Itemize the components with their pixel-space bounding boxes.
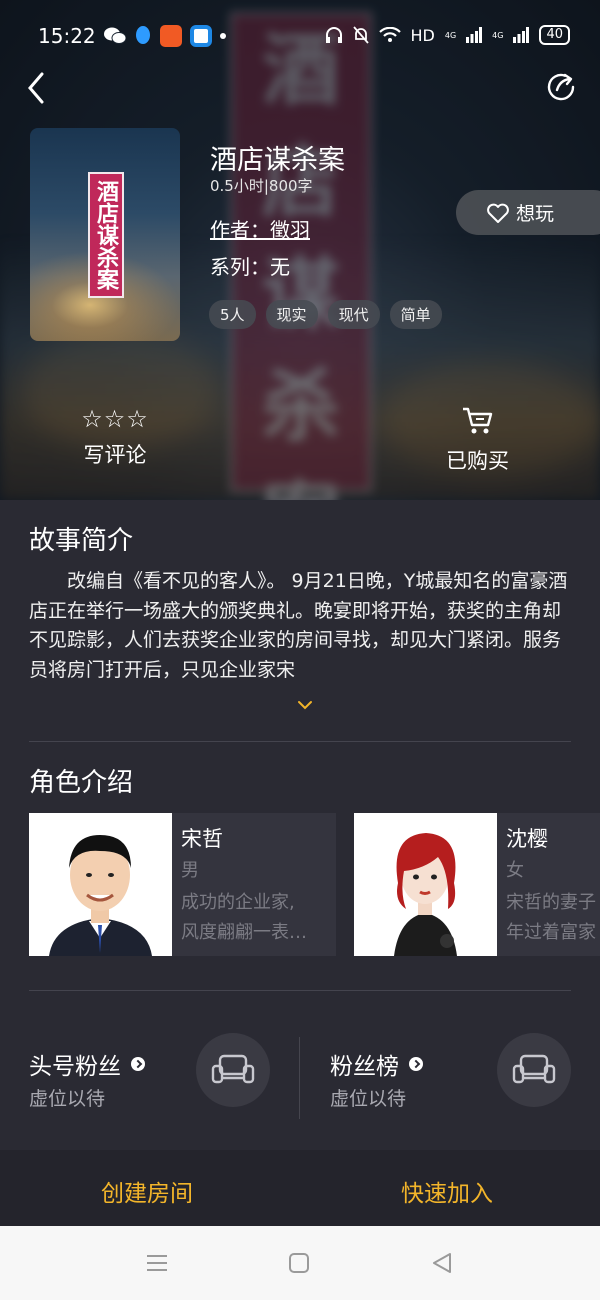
home-icon[interactable] [288, 1252, 310, 1274]
expand-synopsis-button[interactable] [296, 698, 314, 712]
wechat-icon [104, 27, 126, 44]
synopsis-text: 改编自《看不见的客人》。 9月21日晚，Y城最知名的富豪酒店正在举行一场盛大的颁… [29, 570, 568, 681]
character-gender: 男 [181, 860, 199, 881]
top-fan-label: 头号粉丝 [29, 1054, 121, 1080]
top-fan-link[interactable]: 头号粉丝 [29, 1047, 145, 1081]
fan-ranking-value: 虚位以待 [330, 1088, 407, 1110]
notification-icons [104, 25, 226, 47]
net-label-1: 4G [444, 30, 457, 40]
character-description-line: 宋哲的妻子 [506, 892, 596, 913]
vertical-divider [299, 1037, 300, 1119]
cover-title-banner: 酒店谋杀案 [88, 172, 124, 298]
purchased-label: 已购买 [446, 449, 509, 473]
want-to-play-label: 想玩 [516, 203, 555, 225]
game-cover-image: 酒店谋杀案 [30, 128, 180, 341]
tag-item: 现代 [327, 300, 380, 329]
fan-ranking-link[interactable]: 粉丝榜 [330, 1047, 423, 1081]
write-review-label: 写评论 [83, 443, 147, 467]
author-link[interactable]: 作者：徵羽 [210, 214, 310, 243]
series-label: 系列：无 [210, 255, 290, 279]
divider [29, 741, 571, 742]
character-card-songzhe[interactable]: 宋哲 男 成功的企业家, 风度翩翩一表… [29, 813, 336, 956]
top-fan-value: 虚位以待 [29, 1088, 106, 1110]
headphone-icon [325, 27, 342, 43]
character-description-line: 年过着富家 [506, 922, 596, 943]
signal-icon-1 [466, 27, 483, 43]
character-name: 沈樱 [506, 827, 548, 851]
chevron-right-icon [131, 1057, 145, 1071]
tag-item: 现实 [265, 300, 318, 329]
quick-join-button[interactable]: 快速加入 [401, 1174, 493, 1208]
mute-bell-icon [352, 26, 369, 44]
share-button[interactable] [544, 70, 578, 104]
app-icon-blue [190, 25, 212, 47]
fan-ranking-label: 粉丝榜 [330, 1054, 399, 1080]
chevron-down-icon [298, 701, 312, 710]
top-fan-seat[interactable] [196, 1033, 270, 1107]
character-description-line: 风度翩翩一表… [181, 922, 307, 943]
hd-label: HD [410, 25, 435, 45]
cart-icon [462, 407, 492, 434]
character-gender: 女 [506, 860, 524, 881]
game-title: 酒店谋杀案 [210, 145, 345, 176]
divider [29, 990, 571, 991]
back-button[interactable] [22, 70, 52, 106]
fan-ranking-seat[interactable] [497, 1033, 571, 1107]
character-avatar-songzhe [29, 813, 172, 956]
star-rating-icon: ☆☆☆ [81, 405, 149, 433]
bottom-action-bar: 创建房间 快速加入 [0, 1150, 600, 1226]
chevron-right-icon [409, 1057, 423, 1071]
menu-icon[interactable] [145, 1253, 169, 1273]
wifi-icon [378, 27, 401, 42]
status-bar: 15:22 HD 4G 4G 40 [0, 0, 600, 72]
tag-item: 简单 [389, 300, 442, 329]
purchased-button[interactable]: 已购买 [430, 405, 525, 475]
character-description: 成功的企业家, 风度翩翩一表… [181, 888, 323, 948]
heart-icon [487, 203, 509, 223]
net-label-2: 4G [492, 30, 504, 40]
game-meta: 0.5小时|800字 [210, 177, 313, 195]
back-triangle-icon[interactable] [430, 1251, 454, 1275]
dot-icon [220, 33, 226, 39]
character-avatar-shenying [354, 813, 497, 956]
tag-list: 5人 现实 现代 简单 [209, 300, 442, 329]
sofa-icon [512, 1054, 556, 1084]
app-icon-orange [160, 25, 182, 47]
want-to-play-button[interactable]: 想玩 [456, 190, 600, 235]
character-card-shenying[interactable]: 沈樱 女 宋哲的妻子 年过着富家 [354, 813, 600, 956]
battery-indicator: 40 [539, 25, 570, 45]
synopsis-heading: 故事简介 [29, 526, 134, 556]
character-description-line: 成功的企业家, [181, 892, 295, 913]
write-review-button[interactable]: ☆☆☆ 写评论 [70, 405, 160, 469]
share-icon [547, 73, 575, 101]
qq-icon [136, 26, 150, 44]
character-name: 宋哲 [181, 827, 223, 851]
signal-icon-2 [513, 27, 530, 43]
cover-title-text: 酒店谋杀案 [93, 180, 119, 290]
chevron-left-icon [28, 72, 44, 104]
character-description: 宋哲的妻子 年过着富家 [506, 888, 600, 948]
status-time: 15:22 [38, 24, 96, 48]
characters-heading: 角色介绍 [29, 768, 134, 798]
create-room-button[interactable]: 创建房间 [101, 1174, 193, 1208]
system-navigation-bar [0, 1226, 600, 1300]
tag-item: 5人 [209, 300, 256, 329]
sofa-icon [211, 1054, 255, 1084]
